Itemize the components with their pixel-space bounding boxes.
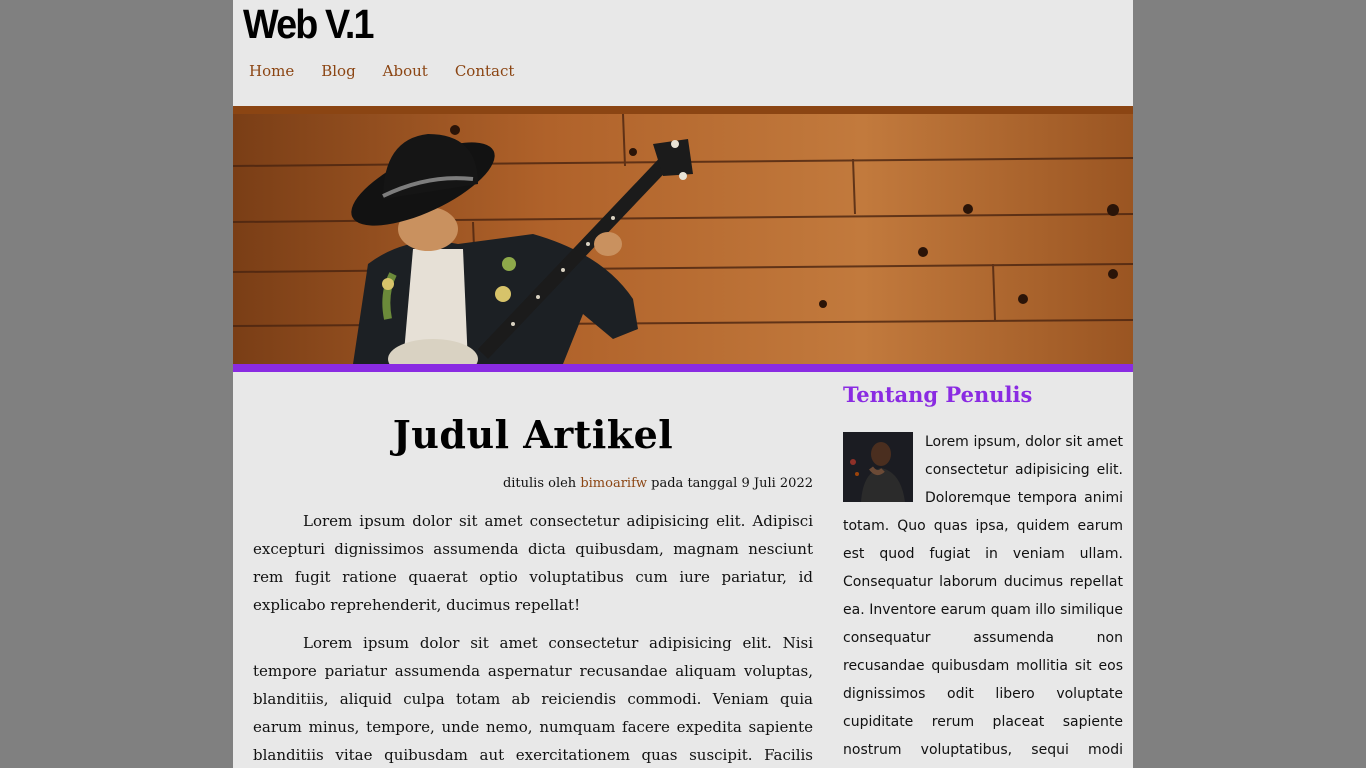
article-title: Judul Artikel: [392, 412, 674, 457]
site-header: Web V.1 Home Blog About Contact: [233, 0, 1133, 106]
byline-suffix: pada tanggal 9 Juli 2022: [647, 476, 813, 491]
byline-prefix: ditulis oleh: [502, 476, 581, 491]
author-link[interactable]: bimoarifw: [580, 476, 647, 491]
nav-contact[interactable]: Contact: [455, 62, 515, 80]
nav-about[interactable]: About: [383, 62, 428, 80]
author-photo: [843, 432, 913, 502]
banjo-player-illustration: [233, 114, 1133, 364]
author-avatar: [843, 432, 913, 502]
main-nav: Home Blog About Contact: [249, 62, 541, 80]
page-container: Web V.1 Home Blog About Contact Judul Ar…: [233, 0, 1133, 768]
article-byline: ditulis oleh bimoarifw pada tanggal 9 Ju…: [253, 476, 813, 491]
author-sidebar: Tentang Penulis Lorem ipsum, dolor sit a…: [843, 372, 1123, 768]
site-logo[interactable]: Web V.1: [243, 0, 375, 48]
hero-banner-image: [233, 106, 1133, 364]
nav-blog[interactable]: Blog: [321, 62, 355, 80]
nav-home[interactable]: Home: [249, 62, 294, 80]
article-paragraph: Lorem ipsum dolor sit amet consectetur a…: [253, 512, 813, 614]
author-bio: Lorem ipsum, dolor sit amet consectetur …: [843, 428, 1123, 768]
banner-accent-bar: [233, 364, 1133, 372]
sidebar-heading: Tentang Penulis: [843, 382, 1033, 407]
article-paragraph: Lorem ipsum dolor sit amet consectetur a…: [253, 634, 813, 764]
article-content: Judul Artikel ditulis oleh bimoarifw pad…: [253, 372, 813, 768]
